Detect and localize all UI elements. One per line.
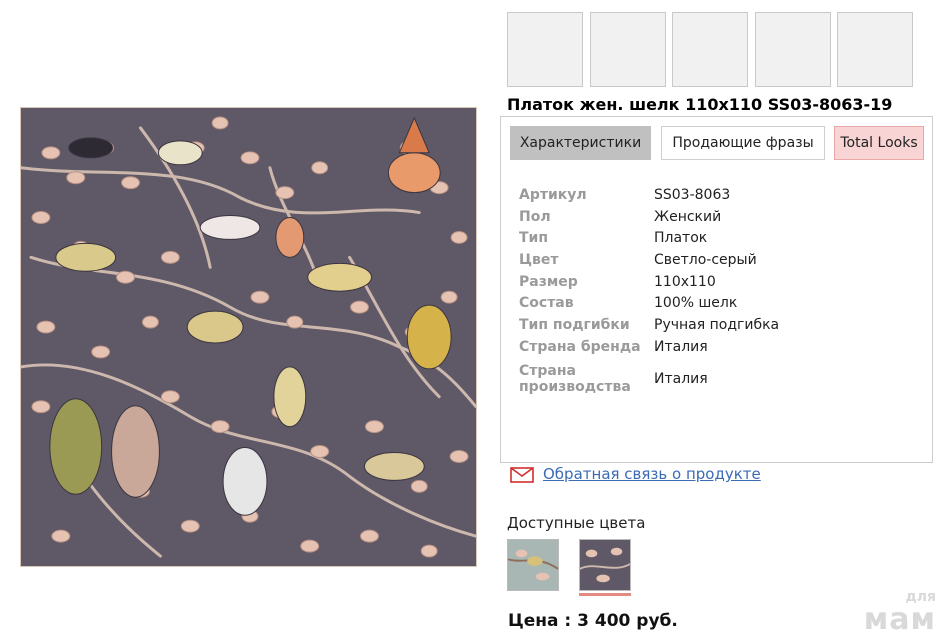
price-label: Цена : 3 400 руб.	[508, 611, 678, 631]
product-thumbnail[interactable]	[507, 12, 583, 87]
product-thumbnail[interactable]	[590, 12, 666, 87]
spec-value: Светло-серый	[654, 251, 757, 268]
spec-row: Тип подгибки Ручная подгибка	[519, 314, 779, 336]
product-thumbnail[interactable]	[672, 12, 748, 87]
spec-key: Страна производства	[519, 362, 631, 395]
color-swatch-dark-gray[interactable]	[579, 539, 631, 591]
product-feedback-link[interactable]: Обратная связь о продукте	[543, 465, 761, 483]
spec-value: Платок	[654, 230, 708, 247]
spec-key: Страна бренда	[519, 338, 641, 355]
spec-row: Состав 100% шелк	[519, 292, 779, 314]
spec-row: Размер 110x110	[519, 271, 779, 293]
product-thumbnail[interactable]	[837, 12, 913, 87]
available-colors-label: Доступные цвета	[507, 514, 646, 532]
product-info-panel: Характеристики Продающие фразы Total Loo…	[500, 116, 933, 463]
spec-key: Артикул	[519, 186, 587, 203]
spec-key: Размер	[519, 273, 578, 290]
product-thumbnail[interactable]	[755, 12, 831, 87]
spec-key: Пол	[519, 208, 551, 225]
spec-value: SS03-8063	[654, 186, 731, 203]
spec-value: Ручная подгибка	[654, 316, 780, 333]
tab-total-looks[interactable]: Total Looks	[834, 126, 924, 160]
specs-table: Артикул SS03-8063 Пол Женский Тип Платок…	[519, 184, 779, 400]
product-title: Платок жен. шелк 110x110 SS03-8063-19	[507, 95, 893, 114]
spec-row: Цвет Светло-серый	[519, 249, 779, 271]
scarf-pattern	[21, 108, 476, 566]
spec-row: Тип Платок	[519, 227, 779, 249]
swatch-pattern	[580, 540, 630, 590]
spec-row: Страна бренда Италия	[519, 336, 779, 358]
spec-value: 100% шелк	[654, 295, 738, 312]
spec-value: Женский	[654, 208, 722, 225]
selected-swatch-indicator	[579, 593, 631, 596]
spec-row: Артикул SS03-8063	[519, 184, 779, 206]
spec-value: Италия	[654, 338, 708, 355]
product-main-image[interactable]	[20, 107, 477, 567]
spec-row: Пол Женский	[519, 206, 779, 228]
spec-key: Тип подгибки	[519, 316, 630, 333]
tab-selling-phrases[interactable]: Продающие фразы	[661, 126, 825, 160]
color-swatch-light-gray[interactable]	[507, 539, 559, 591]
spec-value: Италия	[654, 370, 708, 387]
spec-value: 110x110	[654, 273, 716, 290]
watermark-logo: для мам	[856, 589, 936, 639]
mail-icon[interactable]	[510, 467, 534, 483]
tab-characteristics[interactable]: Характеристики	[510, 126, 651, 160]
swatch-pattern	[508, 540, 558, 590]
spec-row: Страна производства Италия	[519, 358, 779, 400]
watermark-line2: мам	[863, 602, 936, 637]
spec-key: Тип	[519, 230, 549, 247]
spec-key: Состав	[519, 295, 574, 312]
spec-key: Цвет	[519, 251, 559, 268]
